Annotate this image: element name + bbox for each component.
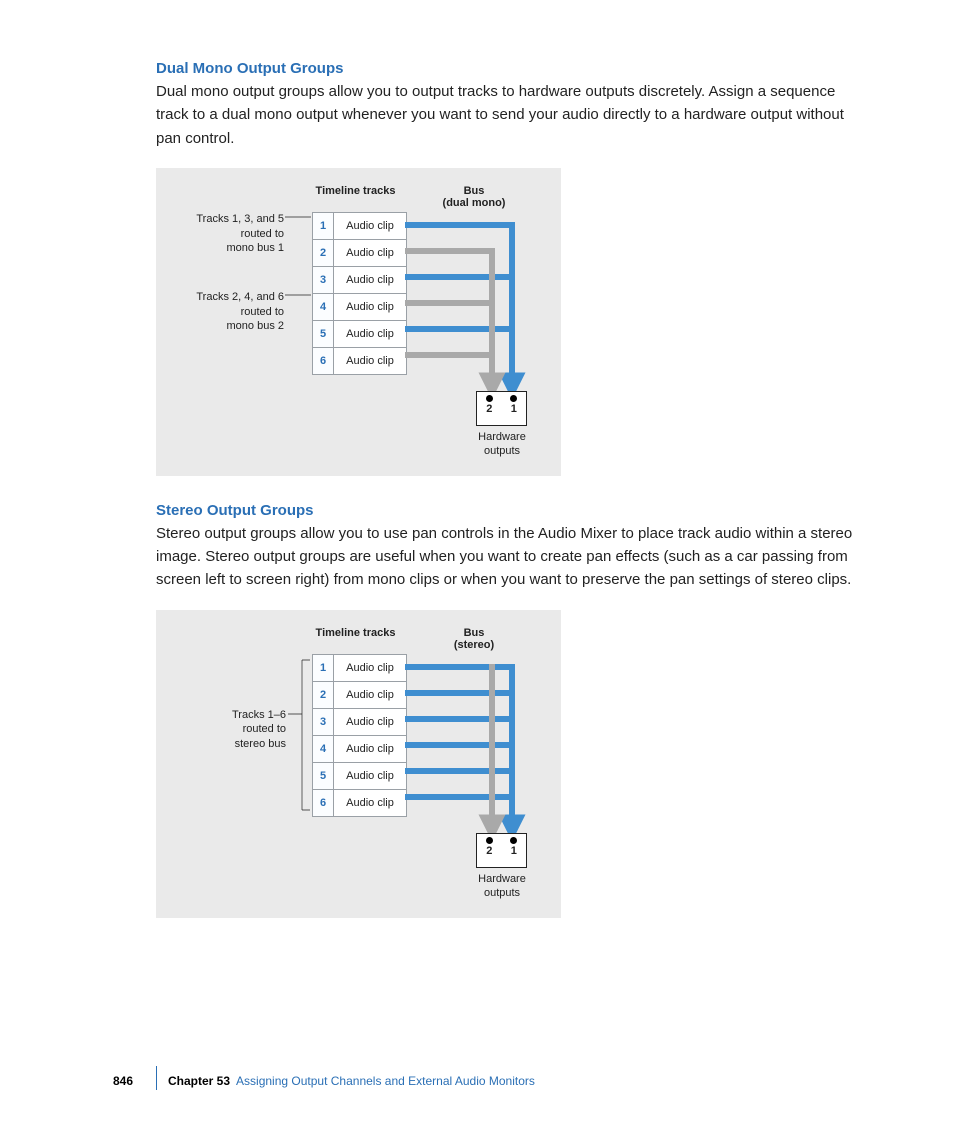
table-row: 3Audio clip: [313, 266, 407, 293]
figure-stereo: Timeline tracks Bus (stereo) Tracks 1–6 …: [156, 610, 561, 918]
page-number: 846: [113, 1074, 133, 1088]
label-bus-dual-mono: Bus (dual mono): [439, 185, 509, 209]
annotation-tracks-1-6: Tracks 1–6 routed to stereo bus: [186, 708, 286, 753]
label-bus-line2: (dual mono): [443, 197, 506, 209]
port-dot-icon: [486, 395, 493, 402]
annotation-tracks-135: Tracks 1, 3, and 5 routed to mono bus 1: [164, 212, 284, 257]
label-bus-line1: Bus: [464, 185, 485, 197]
table-row: 6Audio clip: [313, 347, 407, 374]
table-row: 1Audio clip: [313, 212, 407, 239]
body-dual-mono: Dual mono output groups allow you to out…: [156, 80, 864, 150]
body-stereo: Stereo output groups allow you to use pa…: [156, 522, 864, 592]
hardware-outputs-box: 2 1: [476, 833, 527, 868]
hw-port-2: 2: [486, 837, 493, 857]
table-row: 6Audio clip: [313, 789, 407, 816]
label-bus-stereo: Bus (stereo): [439, 627, 509, 651]
label-timeline-tracks: Timeline tracks: [308, 185, 403, 197]
hardware-outputs-caption: Hardware outputs: [467, 872, 537, 901]
hw-port-1: 1: [510, 395, 517, 415]
table-row: 5Audio clip: [313, 762, 407, 789]
hardware-outputs-caption: Hardware outputs: [467, 430, 537, 459]
table-row: 2Audio clip: [313, 681, 407, 708]
table-row: 4Audio clip: [313, 735, 407, 762]
heading-stereo: Stereo Output Groups: [156, 502, 864, 519]
chapter-reference: Chapter 53Assigning Output Channels and …: [168, 1074, 535, 1088]
table-row: 1Audio clip: [313, 654, 407, 681]
table-row: 2Audio clip: [313, 239, 407, 266]
port-dot-icon: [510, 395, 517, 402]
label-timeline-tracks: Timeline tracks: [308, 627, 403, 639]
heading-dual-mono: Dual Mono Output Groups: [156, 60, 864, 77]
hardware-outputs-box: 2 1: [476, 391, 527, 426]
footer-divider: [156, 1066, 157, 1090]
table-row: 5Audio clip: [313, 320, 407, 347]
port-dot-icon: [510, 837, 517, 844]
table-row: 4Audio clip: [313, 293, 407, 320]
hw-port-2: 2: [486, 395, 493, 415]
page-footer: 846 Chapter 53Assigning Output Channels …: [0, 1074, 954, 1092]
annotation-tracks-246: Tracks 2, 4, and 6 routed to mono bus 2: [164, 290, 284, 335]
track-table: 1Audio clip 2Audio clip 3Audio clip 4Aud…: [312, 654, 407, 817]
figure-dual-mono: Timeline tracks Bus (dual mono) Tracks 1…: [156, 168, 561, 476]
track-table: 1Audio clip 2Audio clip 3Audio clip 4Aud…: [312, 212, 407, 375]
hw-port-1: 1: [510, 837, 517, 857]
table-row: 3Audio clip: [313, 708, 407, 735]
page: Dual Mono Output Groups Dual mono output…: [0, 0, 954, 1145]
port-dot-icon: [486, 837, 493, 844]
